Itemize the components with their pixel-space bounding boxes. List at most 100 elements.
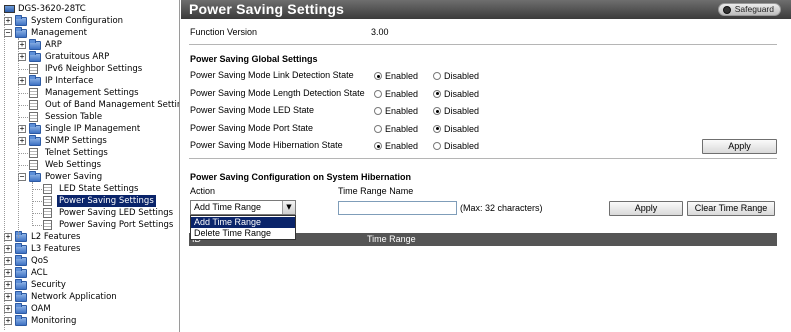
dropdown-option-delete[interactable]: Delete Time Range	[191, 228, 295, 239]
tree-connector	[32, 225, 42, 226]
folder-icon	[15, 27, 27, 38]
tree-item-label: IP Interface	[45, 76, 94, 86]
tree-guide-line	[18, 38, 19, 238]
action-select[interactable]: Add Time Range ▼	[190, 200, 296, 215]
switch-icon	[4, 5, 15, 13]
tree-item-label: Power Saving LED Settings	[59, 208, 174, 218]
expand-icon[interactable]: +	[18, 41, 26, 49]
expand-icon[interactable]: +	[4, 317, 12, 325]
disabled-radio[interactable]	[433, 89, 441, 98]
expand-icon[interactable]: +	[4, 293, 12, 301]
table-header-time-range: Time Range	[367, 234, 416, 244]
page-icon	[43, 196, 52, 206]
expand-icon[interactable]: +	[4, 257, 12, 265]
disabled-radio-label: Disabled	[444, 123, 480, 134]
expand-icon[interactable]: +	[18, 125, 26, 133]
function-version-label: Function Version	[190, 27, 258, 37]
expand-icon[interactable]: +	[4, 245, 12, 253]
tree-item-label: ACL	[31, 268, 48, 278]
expand-icon[interactable]: +	[4, 269, 12, 277]
tree-connector	[18, 69, 28, 70]
expand-icon[interactable]: +	[18, 77, 26, 85]
tree-item-label: Telnet Settings	[45, 148, 108, 158]
folder-icon	[29, 135, 41, 146]
action-label: Action	[190, 186, 216, 196]
tree-item-label: Single IP Management	[45, 124, 141, 134]
collapse-icon[interactable]: −	[18, 173, 26, 181]
max-chars-hint: (Max: 32 characters)	[460, 203, 543, 213]
setting-label: Power Saving Mode LED State	[190, 105, 315, 115]
folder-icon	[15, 291, 27, 302]
expand-icon[interactable]: +	[4, 17, 12, 25]
tree-item-label: SNMP Settings	[45, 136, 107, 146]
collapse-icon[interactable]: −	[4, 29, 12, 37]
disabled-radio[interactable]	[433, 107, 441, 115]
safeguard-button[interactable]: Safeguard	[717, 3, 781, 16]
expand-icon[interactable]: +	[18, 137, 26, 145]
setting-label: Power Saving Mode Hibernation State	[190, 140, 343, 150]
action-dropdown-list: Add Time Range Delete Time Range	[190, 215, 296, 240]
global-settings-heading: Power Saving Global Settings	[190, 54, 318, 64]
setting-label: Power Saving Mode Port State	[190, 122, 314, 133]
enabled-radio-label: Enabled	[385, 71, 419, 81]
dropdown-option-add[interactable]: Add Time Range	[191, 217, 295, 228]
tree-item-label: Session Table	[45, 112, 103, 122]
tree-item-label: Power Saving	[45, 172, 103, 182]
disabled-radio-label: Disabled	[444, 88, 480, 99]
title-bar: Power Saving Settings Safeguard	[181, 0, 791, 19]
disabled-radio[interactable]	[433, 142, 441, 150]
enabled-radio[interactable]	[374, 142, 382, 150]
page-icon	[29, 112, 38, 122]
tree-item-label: Gratuitous ARP	[45, 52, 110, 62]
folder-icon	[15, 315, 27, 326]
folder-icon	[15, 15, 27, 26]
enabled-radio[interactable]	[374, 107, 382, 115]
time-range-name-label: Time Range Name	[338, 186, 414, 196]
folder-icon	[15, 267, 27, 278]
folder-icon	[29, 171, 41, 182]
folder-icon	[15, 279, 27, 290]
safeguard-icon	[722, 6, 731, 14]
folder-icon	[15, 231, 27, 242]
enabled-radio[interactable]	[374, 72, 382, 80]
global-apply-button[interactable]: Apply	[702, 139, 777, 154]
disabled-radio[interactable]	[433, 72, 441, 80]
enabled-radio[interactable]	[374, 124, 382, 133]
page-title: Power Saving Settings	[189, 1, 345, 17]
tree-connector	[18, 93, 28, 94]
folder-icon	[29, 51, 41, 62]
disabled-radio-label: Disabled	[444, 71, 480, 81]
chevron-down-icon[interactable]: ▼	[282, 201, 295, 214]
tree-connector	[18, 165, 28, 166]
main-panel: Power Saving Settings Safeguard Function…	[181, 0, 791, 332]
time-range-name-input[interactable]	[338, 201, 457, 215]
expand-icon[interactable]: +	[4, 233, 12, 241]
expand-icon[interactable]: +	[4, 305, 12, 313]
setting-label: Power Saving Mode Link Detection State	[190, 70, 354, 80]
enabled-radio-label: Enabled	[385, 123, 419, 134]
tree-guide-line	[4, 14, 5, 330]
disabled-radio[interactable]	[433, 124, 441, 133]
hibernation-apply-button[interactable]: Apply	[609, 201, 683, 216]
tree-item-label: ARP	[45, 40, 62, 50]
folder-icon	[29, 39, 41, 50]
page-icon	[43, 208, 52, 218]
folder-icon	[15, 303, 27, 314]
safeguard-label: Safeguard	[734, 4, 774, 14]
tree-connector	[18, 105, 28, 106]
clear-time-range-button[interactable]: Clear Time Range	[687, 201, 775, 216]
expand-icon[interactable]: +	[18, 53, 26, 61]
page-icon	[29, 64, 38, 74]
expand-icon[interactable]: +	[4, 281, 12, 289]
action-select-value: Add Time Range	[194, 202, 262, 212]
disabled-radio-label: Disabled	[444, 141, 480, 151]
navigation-tree: DGS-3620-28TC + System Configuration − Mana…	[0, 0, 180, 332]
folder-icon	[15, 255, 27, 266]
tree-item-label: L3 Features	[31, 244, 81, 254]
tree-item-label: Out of Band Management Settings	[45, 100, 180, 110]
tree-connector	[32, 201, 42, 202]
enabled-radio[interactable]	[374, 89, 382, 98]
tree-item-label: Management	[31, 28, 87, 38]
disabled-radio-label: Disabled	[444, 106, 480, 116]
page-icon	[43, 220, 52, 230]
